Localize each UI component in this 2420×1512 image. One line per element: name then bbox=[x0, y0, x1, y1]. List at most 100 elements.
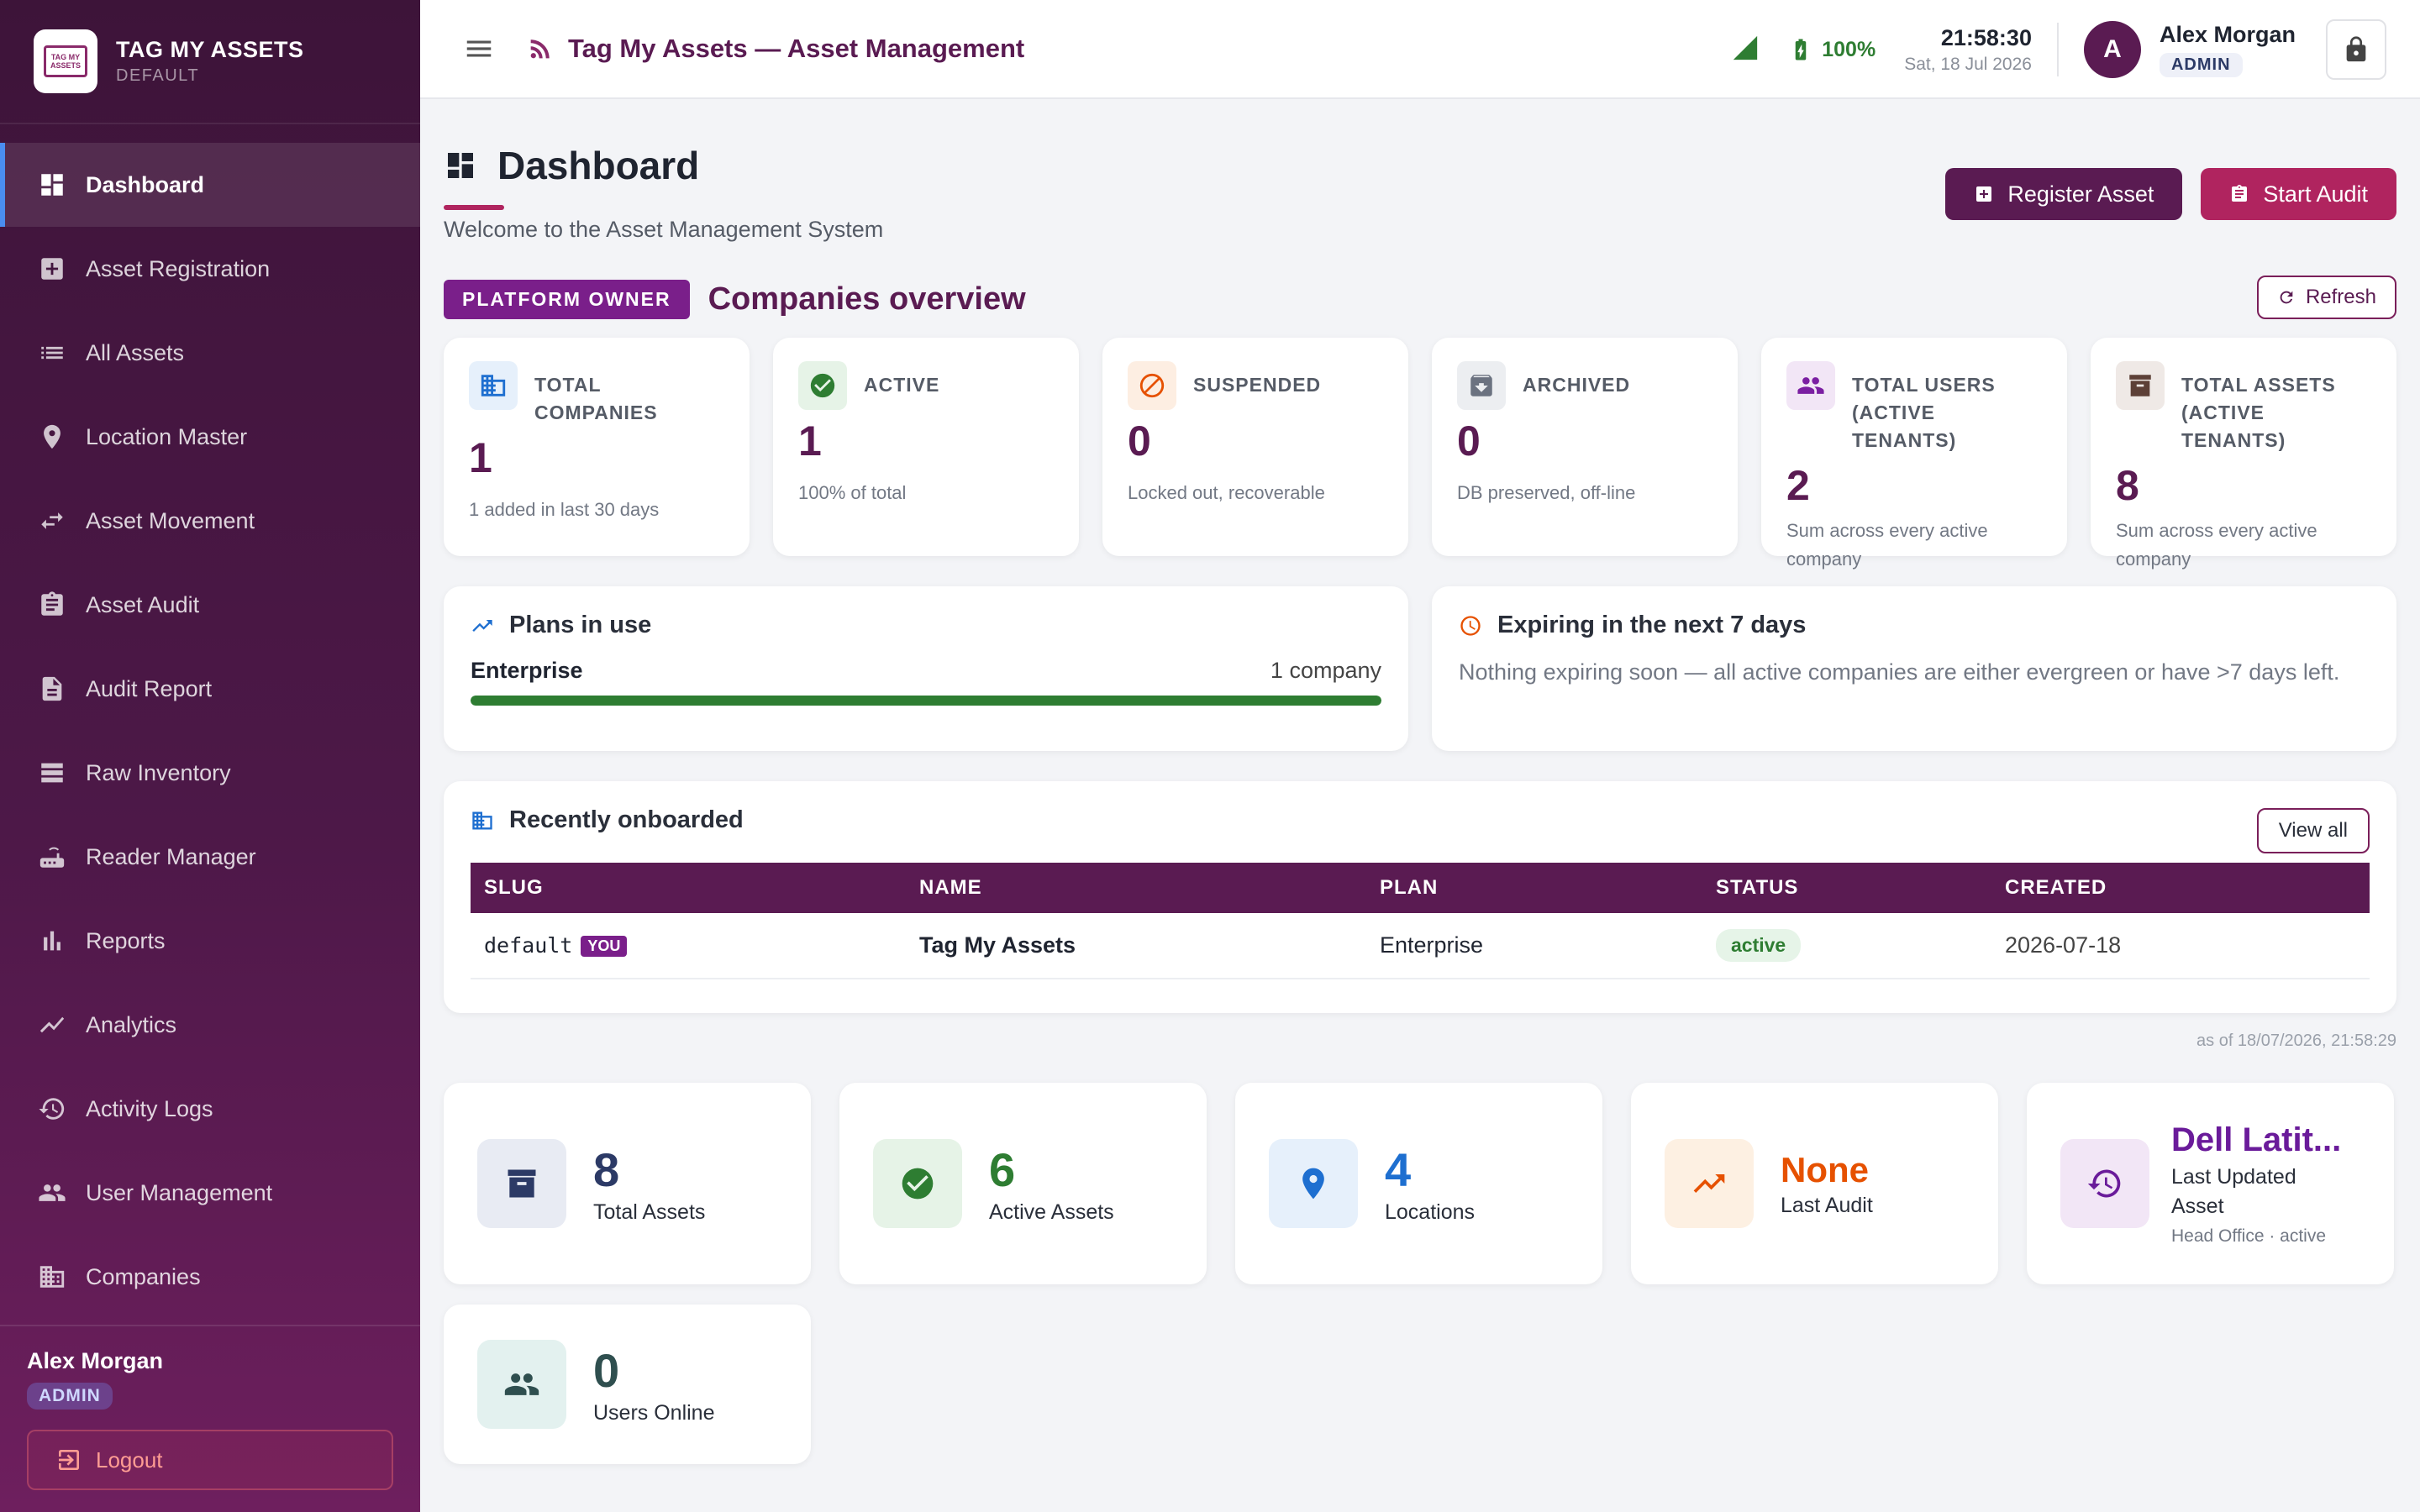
sidebar-item-dashboard[interactable]: Dashboard bbox=[0, 143, 420, 227]
sidebar-item-analytics[interactable]: Analytics bbox=[0, 983, 420, 1067]
logout-button[interactable]: Logout bbox=[27, 1430, 393, 1490]
hamburger-icon bbox=[466, 40, 492, 57]
slug-cell: default bbox=[484, 933, 573, 958]
page-header: Dashboard Welcome to the Asset Managemen… bbox=[444, 99, 2396, 267]
sidebar-item-reader-manager[interactable]: Reader Manager bbox=[0, 815, 420, 899]
sidebar-item-label: Raw Inventory bbox=[86, 759, 231, 785]
plan-name: Enterprise bbox=[471, 658, 583, 683]
kpi-value: 8 bbox=[593, 1143, 620, 1196]
clipboard-icon bbox=[2232, 185, 2248, 202]
created-cell: 2026-07-18 bbox=[1991, 913, 2370, 979]
logout-label: Logout bbox=[96, 1446, 163, 1473]
sidebar-item-label: Reports bbox=[86, 927, 166, 953]
dashboard-icon bbox=[448, 153, 473, 178]
brand-title: TAG MY ASSETS bbox=[116, 37, 304, 62]
register-asset-label: Register Asset bbox=[2007, 181, 2154, 207]
stat-value: 1 bbox=[798, 417, 822, 465]
register-asset-button[interactable]: Register Asset bbox=[1945, 168, 2183, 220]
kpi-card-total-assets[interactable]: 8 Total Assets bbox=[444, 1083, 811, 1284]
sidebar: TAG MY ASSETS TAG MY ASSETS DEFAULT Dash… bbox=[0, 0, 420, 1512]
user-menu[interactable]: Alex Morgan ADMIN bbox=[2159, 22, 2296, 77]
stat-label: TOTAL ASSETS (ACTIVE TENANTS) bbox=[2181, 374, 2336, 451]
swap-arrows-icon bbox=[37, 506, 67, 536]
sidebar-item-label: Analytics bbox=[86, 1011, 177, 1037]
stat-value: 8 bbox=[2116, 462, 2139, 509]
sidebar-role-badge: ADMIN bbox=[27, 1383, 113, 1410]
sidebar-item-reports[interactable]: Reports bbox=[0, 899, 420, 983]
kpi-value: 0 bbox=[593, 1344, 620, 1397]
column-header[interactable]: SLUG bbox=[471, 863, 906, 913]
stat-card-total-users: TOTAL USERS (ACTIVE TENANTS) 2 Sum acros… bbox=[1761, 338, 2067, 570]
column-header[interactable]: STATUS bbox=[1702, 863, 1991, 913]
brand[interactable]: TAG MY ASSETS TAG MY ASSETS DEFAULT bbox=[0, 0, 420, 124]
clock-date: Sat, 18 Jul 2026 bbox=[1904, 54, 2032, 74]
clock: 21:58:30 Sat, 18 Jul 2026 bbox=[1904, 25, 2032, 75]
sidebar-item-label: Location Master bbox=[86, 423, 248, 449]
brand-logo: TAG MY ASSETS bbox=[34, 29, 97, 93]
sidebar-nav: Dashboard Asset Registration All Assets … bbox=[0, 143, 420, 1319]
kpi-card-active-assets[interactable]: 6 Active Assets bbox=[839, 1083, 1207, 1284]
kpi-value: 6 bbox=[989, 1143, 1016, 1196]
people-icon bbox=[1786, 361, 1835, 410]
status-badge: active bbox=[1716, 929, 1802, 962]
sidebar-item-label: Companies bbox=[86, 1263, 201, 1289]
kpi-card-last-audit[interactable]: None Last Audit bbox=[1631, 1083, 1998, 1284]
archive-icon bbox=[1457, 361, 1506, 410]
view-all-button[interactable]: View all bbox=[2256, 808, 2370, 853]
list-icon bbox=[37, 338, 67, 368]
stat-card-total-assets: TOTAL ASSETS (ACTIVE TENANTS) 8 Sum acro… bbox=[2091, 338, 2396, 570]
start-audit-button[interactable]: Start Audit bbox=[2201, 168, 2396, 220]
building-icon bbox=[469, 361, 518, 410]
kpi-label: Last Audit bbox=[1781, 1193, 1873, 1217]
section-title: Companies overview bbox=[708, 281, 1026, 317]
check-circle-icon bbox=[873, 1139, 962, 1228]
column-header[interactable]: CREATED bbox=[1991, 863, 2370, 913]
sidebar-item-label: Asset Registration bbox=[86, 255, 271, 281]
stat-note: 100% of total bbox=[798, 482, 907, 503]
sidebar-item-activity-logs[interactable]: Activity Logs bbox=[0, 1067, 420, 1151]
sidebar-item-user-management[interactable]: User Management bbox=[0, 1151, 420, 1235]
avatar[interactable]: A bbox=[2083, 21, 2141, 78]
stat-note: Locked out, recoverable bbox=[1128, 482, 1325, 503]
clock-icon bbox=[1460, 615, 1481, 636]
title-underline bbox=[444, 205, 504, 210]
kpi-value: 4 bbox=[1385, 1143, 1412, 1196]
people-icon bbox=[37, 1178, 67, 1208]
column-header[interactable]: NAME bbox=[906, 863, 1366, 913]
name-cell: Tag My Assets bbox=[906, 913, 1366, 979]
as-of-timestamp: as of 18/07/2026, 21:58:29 bbox=[2196, 1032, 2396, 1050]
kpi-card-last-updated-asset[interactable]: Dell Latit... Last Updated Asset Head Of… bbox=[2027, 1083, 2394, 1284]
kpi-card-locations[interactable]: 4 Locations bbox=[1235, 1083, 1602, 1284]
kpi-card-users-online[interactable]: 0 Users Online bbox=[444, 1305, 811, 1464]
sidebar-item-audit-report[interactable]: Audit Report bbox=[0, 647, 420, 731]
sidebar-item-asset-registration[interactable]: Asset Registration bbox=[0, 227, 420, 311]
table-row[interactable]: default YOU Tag My Assets Enterprise acti… bbox=[471, 913, 2370, 979]
rss-feed-icon bbox=[526, 34, 555, 63]
kpi-grid: 8 Total Assets 6 Active Assets 4 Locatio… bbox=[444, 1083, 2396, 1464]
document-icon bbox=[37, 674, 67, 704]
stat-card-suspended: SUSPENDED 0 Locked out, recoverable bbox=[1102, 338, 1408, 556]
sidebar-item-all-assets[interactable]: All Assets bbox=[0, 311, 420, 395]
column-header[interactable]: PLAN bbox=[1366, 863, 1702, 913]
clock-time: 21:58:30 bbox=[1940, 24, 2032, 50]
sidebar-item-companies[interactable]: Companies bbox=[0, 1235, 420, 1319]
stat-card-total-companies: TOTAL COMPANIES 1 1 added in last 30 day… bbox=[444, 338, 750, 556]
lock-screen-button[interactable] bbox=[2326, 19, 2386, 80]
building-icon bbox=[37, 1262, 67, 1292]
menu-toggle-button[interactable] bbox=[454, 24, 504, 74]
sidebar-item-asset-movement[interactable]: Asset Movement bbox=[0, 479, 420, 563]
refresh-button[interactable]: Refresh bbox=[2256, 276, 2396, 319]
expiring-text: Nothing expiring soon — all active compa… bbox=[1459, 659, 2340, 685]
stat-label: TOTAL COMPANIES bbox=[534, 374, 658, 423]
sidebar-item-label: User Management bbox=[86, 1179, 273, 1205]
kpi-label: Total Assets bbox=[593, 1200, 706, 1224]
stat-grid: TOTAL COMPANIES 1 1 added in last 30 day… bbox=[444, 338, 2396, 570]
plans-title: Plans in use bbox=[509, 612, 652, 638]
stat-label: TOTAL USERS (ACTIVE TENANTS) bbox=[1852, 374, 1996, 451]
refresh-icon bbox=[2280, 291, 2293, 304]
sidebar-item-location-master[interactable]: Location Master bbox=[0, 395, 420, 479]
sidebar-item-raw-inventory[interactable]: Raw Inventory bbox=[0, 731, 420, 815]
sidebar-item-asset-audit[interactable]: Asset Audit bbox=[0, 563, 420, 647]
add-box-icon bbox=[37, 254, 67, 284]
building-icon bbox=[472, 811, 492, 829]
